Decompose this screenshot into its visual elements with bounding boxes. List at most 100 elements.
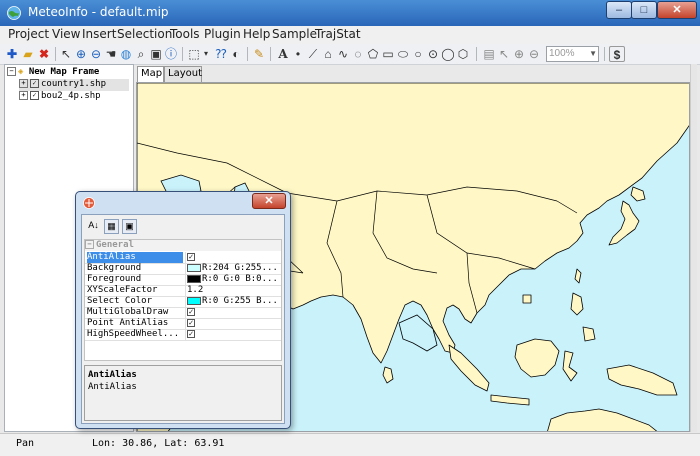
curve-tool-icon[interactable]: ∿ xyxy=(335,46,351,62)
polygon-tool-icon[interactable]: ⌂ xyxy=(320,46,336,62)
chevron-down-icon: ▼ xyxy=(589,49,597,58)
property-name: Foreground xyxy=(87,274,142,284)
shape-icon[interactable]: ⬡ xyxy=(455,46,471,62)
property-value[interactable]: ✓ xyxy=(185,329,283,340)
property-value[interactable]: R:0 G:255 B... xyxy=(185,296,283,307)
toolbar-separator xyxy=(182,47,183,61)
text-tool-icon[interactable]: A xyxy=(275,46,291,62)
category-general[interactable]: − General xyxy=(85,240,281,251)
circle-center-icon[interactable]: ⊙ xyxy=(425,46,441,62)
zoom-value: 100% xyxy=(549,48,575,59)
collapse-icon[interactable]: − xyxy=(7,67,16,76)
color-value-text: R:0 G:255 B... xyxy=(202,296,278,306)
point-tool-icon[interactable]: • xyxy=(290,46,306,62)
full-extent-globe-icon[interactable]: ◍ xyxy=(118,46,134,62)
select-pointer-icon[interactable]: ↖ xyxy=(58,46,74,62)
property-name: Select Color xyxy=(87,296,153,306)
property-value[interactable]: ✓ xyxy=(185,252,283,263)
layout-page-icon[interactable]: ▤ xyxy=(481,46,497,62)
menu-tools[interactable]: Tools xyxy=(170,27,200,41)
expand-icon[interactable]: + xyxy=(19,91,28,100)
menu-plugin[interactable]: Plugin xyxy=(204,27,241,41)
tab-layout[interactable]: Layout xyxy=(164,66,202,82)
color-swatch xyxy=(187,296,201,305)
menu-sample[interactable]: Sample xyxy=(272,27,317,41)
property-value[interactable]: 1.2 xyxy=(185,285,283,296)
map-vertical-scrollbar[interactable] xyxy=(690,64,697,432)
java-island xyxy=(490,394,530,406)
circle-tool-icon[interactable]: ○ xyxy=(410,46,426,62)
measure-icon[interactable]: ⁇ xyxy=(213,46,229,62)
tree-layer-country1[interactable]: + ✓ country1.shp xyxy=(19,79,129,91)
menu-help[interactable]: Help xyxy=(243,27,270,41)
toolbar-separator xyxy=(270,47,271,61)
magnifier-icon[interactable]: ⌕ xyxy=(133,46,149,62)
check-icon[interactable]: ✓ xyxy=(187,307,195,316)
check-icon[interactable]: ✓ xyxy=(187,318,195,327)
edit-pencil-icon[interactable]: ✎ xyxy=(251,46,267,62)
property-name: Background xyxy=(87,263,142,273)
color-swatch xyxy=(187,263,201,272)
new-project-icon[interactable]: ✚ xyxy=(4,46,20,62)
toolbar-separator xyxy=(247,47,248,61)
zoom-combo[interactable]: 100% ▼ xyxy=(546,46,599,62)
property-pages-icon[interactable]: ▣ xyxy=(122,219,137,234)
title-bar[interactable]: MeteoInfo - default.mip – □ ✕ xyxy=(0,0,700,26)
property-row[interactable]: HighSpeedWheel... ✓ xyxy=(85,329,281,341)
zoom-out-icon[interactable]: ⊖ xyxy=(88,46,104,62)
color-value-text: R:204 G:255... xyxy=(202,263,278,273)
curve-polygon-icon[interactable]: ◌ xyxy=(350,46,366,62)
zoom-in-icon[interactable]: ⊕ xyxy=(73,46,89,62)
pan-hand-icon[interactable]: ☚ xyxy=(103,46,119,62)
layer-visible-checkbox[interactable]: ✓ xyxy=(30,79,39,88)
taiwan-island xyxy=(574,268,582,284)
identify-info-icon[interactable]: ⓘ xyxy=(163,46,179,62)
tree-layer-bou2[interactable]: + ✓ bou2_4p.shp xyxy=(19,91,101,103)
check-icon[interactable]: ✓ xyxy=(187,252,195,261)
tree-map-frame[interactable]: − ◈ New Map Frame xyxy=(7,67,99,79)
edit-vertices-icon[interactable]: ◯ xyxy=(440,46,456,62)
property-value[interactable]: ✓ xyxy=(185,318,283,329)
check-icon[interactable]: ✓ xyxy=(187,329,195,338)
property-description-panel: AntiAlias AntiAlias xyxy=(84,365,282,421)
sulawesi-island xyxy=(562,350,578,382)
zoom-box-icon[interactable]: ▣ xyxy=(148,46,164,62)
minimize-button[interactable]: – xyxy=(606,1,632,19)
property-value[interactable]: R:204 G:255... xyxy=(185,263,283,274)
expand-icon[interactable]: + xyxy=(19,79,28,88)
freehand-icon[interactable]: ⬠ xyxy=(365,46,381,62)
hokkaido-island xyxy=(630,186,646,202)
new-guinea-island xyxy=(606,364,678,396)
property-value[interactable]: ✓ xyxy=(185,307,283,318)
collapse-icon[interactable]: − xyxy=(85,240,94,249)
label-icon[interactable]: ◐ xyxy=(228,46,244,62)
dialog-title-bar[interactable]: ✕ xyxy=(76,192,290,214)
mindanao-island xyxy=(582,326,596,342)
dialog-close-button[interactable]: ✕ xyxy=(252,193,286,209)
open-folder-icon[interactable]: ▰ xyxy=(20,46,36,62)
menu-project[interactable]: Project xyxy=(8,27,49,41)
dropdown-arrow-icon[interactable]: ▾ xyxy=(198,46,214,62)
maximize-button[interactable]: □ xyxy=(631,1,657,19)
property-value[interactable]: R:0 G:0 B:0... xyxy=(185,274,283,285)
script-dollar-icon[interactable]: $ xyxy=(609,46,625,62)
layout-zoom-out-icon[interactable]: ⊖ xyxy=(526,46,542,62)
menu-trajstat[interactable]: TrajStat xyxy=(315,27,361,41)
sort-alphabetical-icon[interactable]: A↓ xyxy=(86,219,101,234)
layer-visible-checkbox[interactable]: ✓ xyxy=(30,91,39,100)
menu-insert[interactable]: Insert xyxy=(82,27,116,41)
tab-map[interactable]: Map xyxy=(137,66,164,82)
color-value-text: R:0 G:0 B:0... xyxy=(202,274,278,284)
menu-selection[interactable]: Selection xyxy=(117,27,172,41)
property-name: HighSpeedWheel... xyxy=(87,329,180,339)
rectangle-tool-icon[interactable]: ▭ xyxy=(380,46,396,62)
status-bar: Pan Lon: 30.86, Lat: 63.91 xyxy=(0,433,700,456)
menu-view[interactable]: View xyxy=(52,27,80,41)
layout-zoom-in-icon[interactable]: ⊕ xyxy=(511,46,527,62)
ellipse-tool-icon[interactable]: ⬭ xyxy=(395,46,411,62)
polyline-tool-icon[interactable]: ⟋ xyxy=(305,46,321,62)
layout-select-icon[interactable]: ↖ xyxy=(496,46,512,62)
close-button[interactable]: ✕ xyxy=(657,1,697,19)
remove-layer-icon[interactable]: ✖ xyxy=(36,46,52,62)
categorized-view-icon[interactable]: ▦ xyxy=(104,219,119,234)
